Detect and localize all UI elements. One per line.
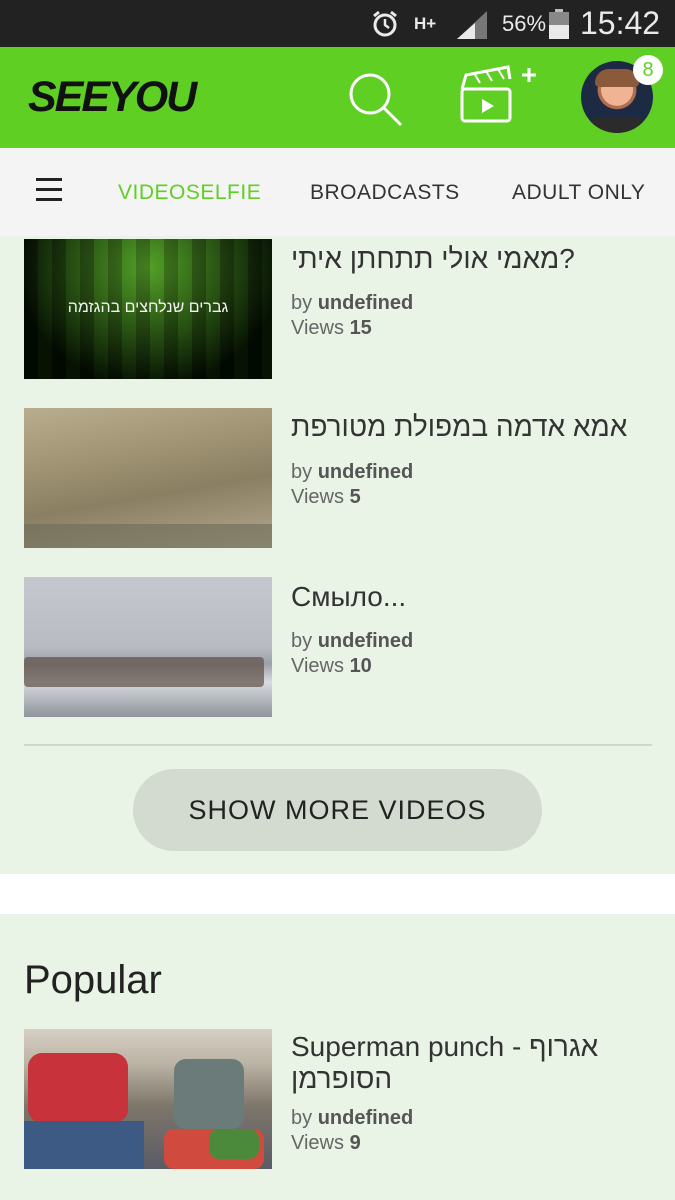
network-type: H+ [414,14,437,33]
author-name: undefined [317,292,414,314]
by-label: by [291,1107,313,1129]
video-thumbnail[interactable] [24,577,272,717]
author-name: undefined [317,461,414,483]
thumb-figure [24,1121,144,1169]
video-author: by undefined [291,461,413,484]
video-views: Views 10 [291,655,372,678]
views-label: Views [291,317,344,339]
video-views: Views 5 [291,486,361,509]
video-title[interactable]: מאמי אולי תתחתן איתי? [291,243,575,275]
clock: 15:42 [580,5,661,41]
app-header: SEEYOU [0,47,675,148]
video-views: Views 9 [291,1132,361,1155]
status-bar: H+ 56% 15:42 [0,0,675,47]
show-more-videos-button[interactable]: SHOW MORE VIDEOS [133,769,542,851]
menu-icon-line [36,188,62,191]
thumbnail-caption: גברים שנלחצים בהגזמה [67,299,229,316]
section-title: Popular [24,958,162,1002]
by-label: by [291,292,313,314]
views-label: Views [291,1132,344,1154]
video-title[interactable]: Superman punch - אגרוף הסופרמן [291,1031,651,1095]
video-item[interactable]: אמא אדמה במפולת מטורפת by undefined View… [0,408,675,548]
menu-icon-line [36,198,62,201]
add-video-button[interactable] [458,61,538,127]
by-label: by [291,630,313,652]
author-name: undefined [317,1107,414,1129]
views-label: Views [291,655,344,677]
video-author: by undefined [291,292,413,315]
battery-percent: 56% [502,10,547,36]
clapperboard-plus-icon [460,65,536,123]
video-views: Views 15 [291,317,372,340]
thumb-figure [28,1053,128,1123]
views-label: Views [291,486,344,508]
avatar-shirt [589,117,645,133]
video-title[interactable]: אמא אדמה במפולת מטורפת [291,411,627,443]
author-name: undefined [317,630,414,652]
list-divider [24,744,652,746]
video-author: by undefined [291,1107,413,1130]
video-thumbnail[interactable] [24,408,272,548]
views-count: 9 [349,1132,361,1154]
tab-videoselfie[interactable]: VIDEOSELFIE [118,181,261,205]
views-count: 5 [349,486,361,508]
alarm-icon [370,0,400,47]
tab-broadcasts[interactable]: BROADCASTS [310,181,460,205]
video-author: by undefined [291,630,413,653]
video-thumbnail[interactable] [24,1029,272,1169]
thumb-object [209,1129,259,1159]
popular-section: Popular Superman punch - אגרוף הסופרמן b… [0,914,675,1200]
signal-icon [455,0,489,47]
search-button[interactable] [345,69,407,131]
search-icon [349,73,403,127]
views-count: 10 [349,655,372,677]
video-item[interactable]: Superman punch - אגרוף הסופרמן by undefi… [0,1029,675,1169]
video-title[interactable]: Смыло... [291,581,406,613]
menu-icon [36,178,62,181]
by-label: by [291,461,313,483]
app-logo[interactable]: SEEYOU [28,73,197,122]
tab-bar: VIDEOSELFIE BROADCASTS ADULT ONLY [0,148,675,236]
menu-button[interactable] [36,178,62,202]
video-list: גברים שנלחצים בהגזמה מאמי אולי תתחתן אית… [0,236,675,874]
notification-badge: 8 [633,55,663,85]
video-thumbnail[interactable]: גברים שנלחצים בהגזמה [24,239,272,379]
tab-adult-only[interactable]: ADULT ONLY [512,181,645,205]
battery-icon [548,0,570,47]
thumb-figure [174,1059,244,1129]
video-item[interactable]: Смыло... by undefined Views 10 [0,577,675,717]
video-item[interactable]: גברים שנלחצים בהגזמה מאמי אולי תתחתן אית… [0,239,675,379]
views-count: 15 [349,317,372,339]
